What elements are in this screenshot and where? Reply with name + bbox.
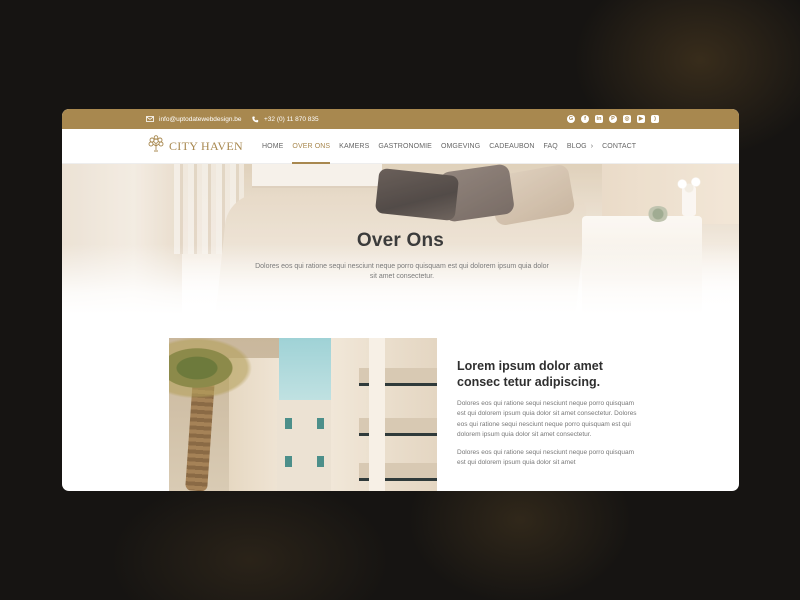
nav-item-kamers[interactable]: KAMERS — [339, 129, 369, 164]
instagram-icon[interactable]: ◎ — [623, 115, 631, 123]
photo-window — [317, 456, 324, 467]
nav-item-home[interactable]: HOME — [262, 129, 283, 164]
about-text: Lorem ipsum dolor amet consec tetur adip… — [457, 358, 637, 469]
section-heading: Lorem ipsum dolor amet consec tetur adip… — [457, 359, 603, 389]
nav-item-omgeving[interactable]: OMGEVING — [441, 129, 480, 164]
photo-column — [369, 338, 385, 491]
nav-item-over-ons[interactable]: OVER ONS — [292, 129, 330, 164]
rss-icon[interactable]: ) — [651, 115, 659, 123]
nav-item-faq[interactable]: FAQ — [544, 129, 558, 164]
youtube-icon[interactable]: ▶ — [637, 115, 645, 123]
envelope-icon — [146, 116, 154, 122]
hero-banner: Over Ons Dolores eos qui ratione sequi n… — [62, 164, 739, 314]
building-photo — [169, 338, 437, 491]
website-frame: info@uptodatewebdesign.be +32 (0) 11 870… — [62, 109, 739, 491]
nav-item-gastronomie[interactable]: GASTRONOMIE — [378, 129, 432, 164]
top-bar: info@uptodatewebdesign.be +32 (0) 11 870… — [62, 109, 739, 129]
logo[interactable]: CITY HAVEN — [146, 129, 243, 164]
page-subtitle: Dolores eos qui ratione sequi nesciunt n… — [255, 263, 549, 280]
about-section: Lorem ipsum dolor amet consec tetur adip… — [62, 314, 739, 491]
nav-item-blog-label: BLOG — [566, 143, 587, 150]
chevron-right-icon: › — [590, 143, 594, 150]
google-icon[interactable]: G — [567, 115, 575, 123]
photo-building-center — [277, 400, 333, 491]
paragraph: Dolores eos qui ratione sequi nesciunt n… — [457, 449, 635, 467]
facebook-icon[interactable]: f — [581, 115, 589, 123]
pinterest-icon[interactable]: P — [609, 115, 617, 123]
photo-sky — [279, 338, 331, 408]
phone-icon — [252, 116, 259, 123]
nav-item-cadeaubon[interactable]: CADEAUBON — [489, 129, 534, 164]
linkedin-icon[interactable]: in — [595, 115, 603, 123]
social-links: G f in P ◎ ▶ ) — [567, 109, 659, 129]
page-title: Over Ons — [356, 230, 445, 251]
phone-text: +32 (0) 11 870 835 — [264, 115, 319, 123]
logo-text: CITY HAVEN — [169, 139, 243, 153]
paragraph: Dolores eos qui ratione sequi nesciunt n… — [457, 400, 637, 438]
email-link[interactable]: info@uptodatewebdesign.be — [146, 109, 242, 129]
main-nav: CITY HAVEN HOME OVER ONS KAMERS GASTRONO… — [62, 129, 739, 164]
photo-window — [285, 456, 292, 467]
phone-link[interactable]: +32 (0) 11 870 835 — [252, 109, 319, 129]
nav-item-blog[interactable]: BLOG › — [567, 129, 593, 164]
nav-item-contact[interactable]: CONTACT — [602, 129, 636, 164]
tree-logo-icon — [146, 134, 166, 159]
nav-menu: HOME OVER ONS KAMERS GASTRONOMIE OMGEVIN… — [262, 129, 645, 164]
email-text: info@uptodatewebdesign.be — [159, 115, 242, 123]
photo-window — [317, 418, 324, 429]
photo-window — [285, 418, 292, 429]
